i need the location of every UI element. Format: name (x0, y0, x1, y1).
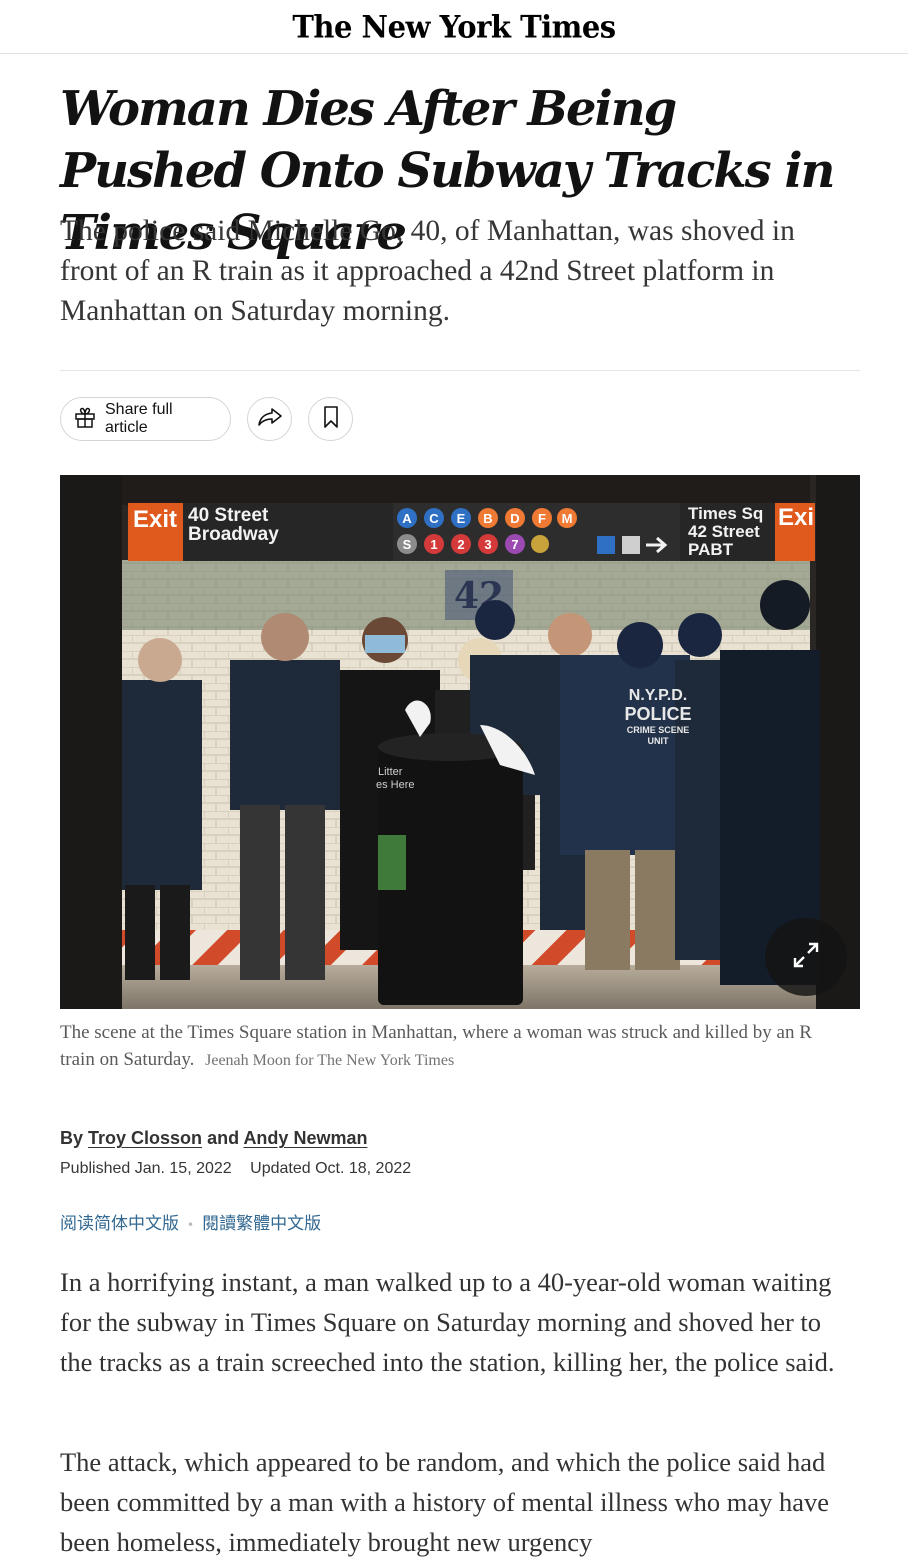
article-paragraph: The attack, which appeared to be random,… (60, 1447, 830, 1557)
byline-prefix: By (60, 1128, 84, 1148)
photo-caption: The scene at the Times Square station in… (60, 1019, 850, 1074)
jacket-unit: UNIT (648, 736, 669, 746)
exit-sign-left: Exit (133, 506, 177, 533)
nyt-logo[interactable]: The New York Times (292, 9, 616, 45)
svg-text:A: A (402, 511, 412, 526)
svg-text:C: C (429, 511, 439, 526)
author-link-andy-newman[interactable]: Andy Newman (243, 1128, 367, 1148)
sign-avenue: Broadway (188, 524, 279, 545)
byline: By Troy Closson and Andy Newman (60, 1128, 367, 1149)
jacket-police: POLICE (624, 704, 691, 724)
share-full-article-label: Share full article (105, 401, 173, 436)
share-button[interactable] (247, 397, 292, 441)
svg-text:S: S (403, 537, 412, 552)
traditional-chinese-link[interactable]: 閱讀繁體中文版 (202, 1214, 321, 1234)
svg-text:3: 3 (484, 537, 491, 552)
svg-text:B: B (483, 511, 492, 526)
translation-links: 阅读简体中文版 • 閱讀繁體中文版 (60, 1209, 321, 1234)
author-link-troy-closson[interactable]: Troy Closson (88, 1128, 202, 1148)
divider (60, 370, 860, 371)
expand-photo-button[interactable] (765, 918, 847, 996)
updated-date: Updated Oct. 18, 2022 (250, 1160, 412, 1177)
sign-street: 40 Street (188, 505, 269, 526)
expand-icon (791, 940, 821, 975)
sign-42-street: 42 Street (688, 522, 760, 541)
photo-credit: Jeenah Moon for The New York Times (205, 1052, 455, 1069)
svg-text:M: M (562, 511, 573, 526)
bin-text-litter: Litter (378, 766, 403, 778)
save-button[interactable] (308, 397, 353, 441)
jacket-crime-scene: CRIME SCENE (627, 725, 690, 735)
exit-sign-right: Exi (778, 504, 814, 531)
article-paragraph: In a horrifying instant, a man walked up… (60, 1267, 835, 1377)
published-date: Published Jan. 15, 2022 (60, 1160, 232, 1177)
article-summary: The police said Michelle Go, 40, of Manh… (60, 215, 795, 327)
byline-conjunction: and (207, 1128, 240, 1148)
simplified-chinese-link[interactable]: 阅读简体中文版 (60, 1214, 179, 1234)
bookmark-icon (322, 405, 340, 434)
svg-text:F: F (538, 511, 546, 526)
share-full-article-button[interactable]: Share full article (60, 397, 231, 441)
separator-dot: • (187, 1218, 195, 1232)
svg-text:7: 7 (511, 537, 518, 552)
sign-times-sq: Times Sq (688, 504, 763, 523)
svg-text:D: D (510, 511, 519, 526)
svg-text:2: 2 (457, 537, 464, 552)
bin-text-here: es Here (376, 779, 415, 791)
sign-pabt: PABT (688, 540, 734, 559)
gift-icon (73, 405, 97, 434)
share-arrow-icon (257, 406, 283, 433)
svg-text:1: 1 (430, 537, 437, 552)
article-dates: Published Jan. 15, 2022 Updated Oct. 18,… (60, 1160, 411, 1178)
jacket-nypd: N.Y.P.D. (629, 687, 687, 704)
masthead: The New York Times (0, 0, 908, 54)
article-photo[interactable]: 42 Exit 40 Street Broadway A C E B D F M… (60, 475, 860, 1009)
svg-text:E: E (457, 511, 466, 526)
